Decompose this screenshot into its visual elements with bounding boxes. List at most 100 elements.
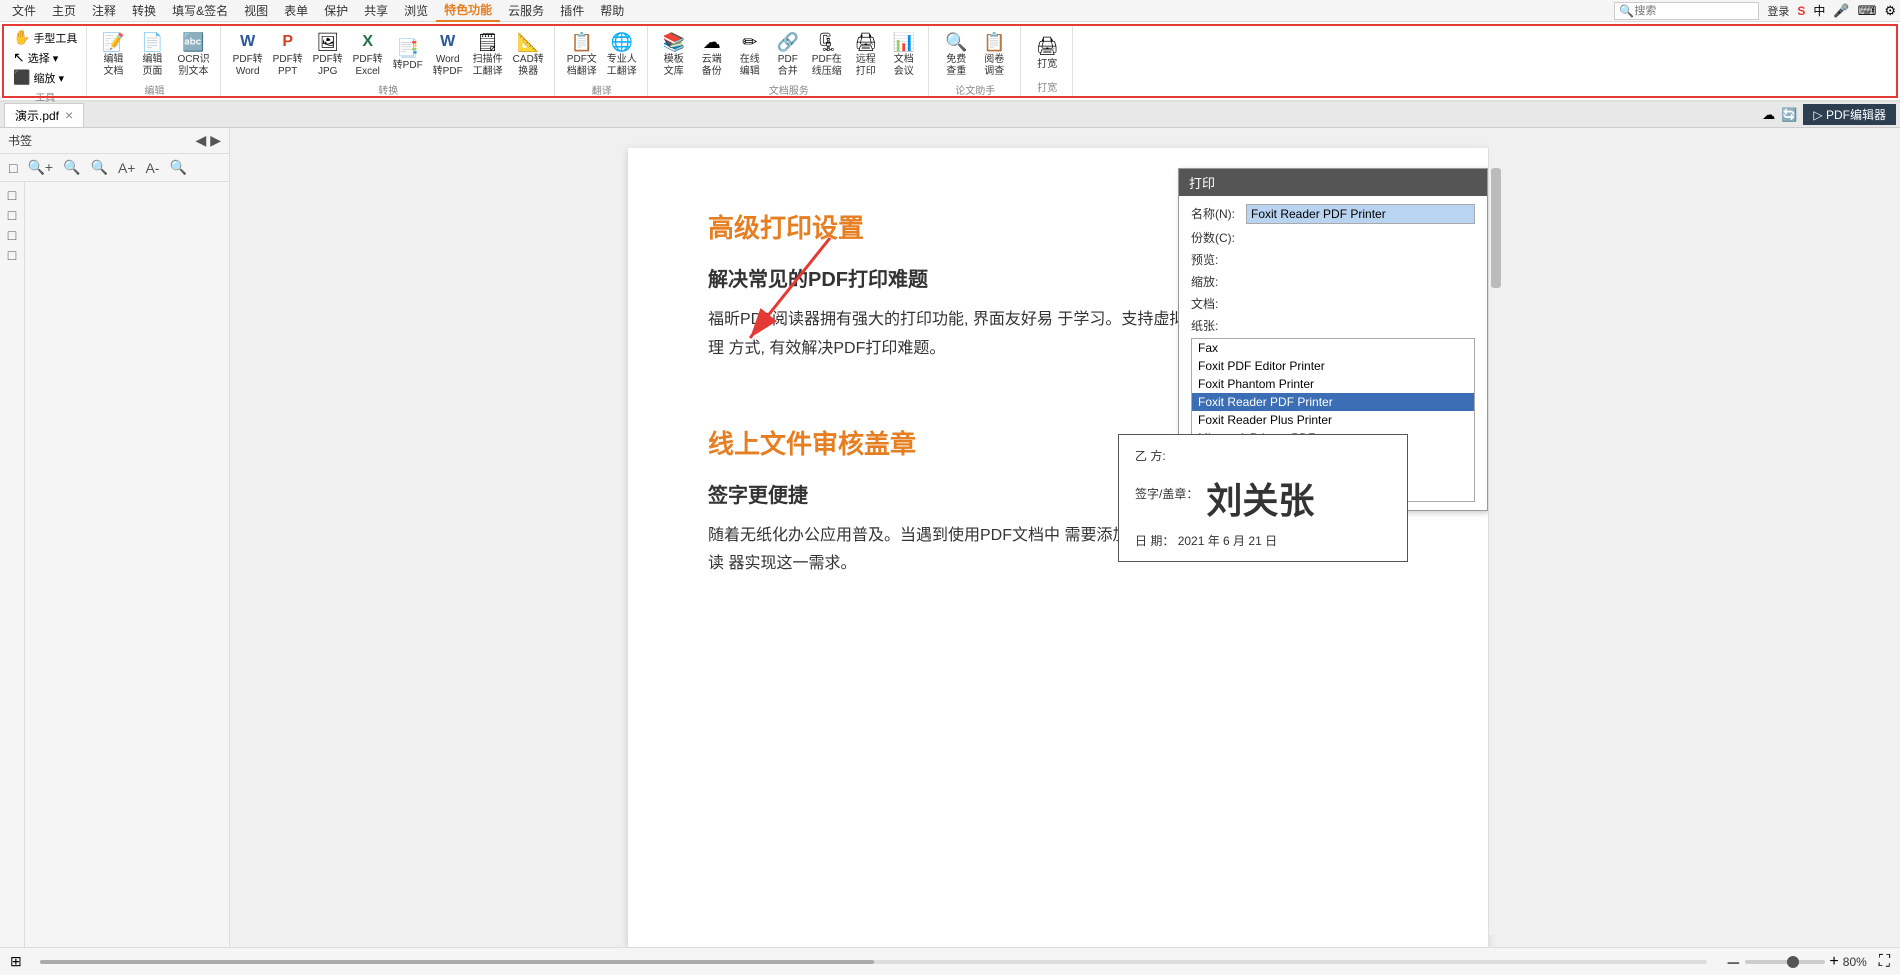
sidebar-annot-icon[interactable]: □ [3,226,21,244]
menu-home[interactable]: 主页 [44,0,84,21]
doc-tab[interactable]: 演示.pdf × [4,103,84,127]
sig-name-value: 刘关张 [1206,472,1314,524]
sidebar-add-btn[interactable]: □ [6,159,20,177]
printer-foxit-editor[interactable]: Foxit PDF Editor Printer [1192,357,1474,375]
menu-sign[interactable]: 填写&签名 [164,0,236,21]
search-input[interactable] [1634,5,1754,17]
menu-annotate[interactable]: 注释 [84,0,124,21]
bottom-left: ⊞ [10,953,22,970]
pdf-translate-btn[interactable]: 📋 PDF文档翻译 [563,28,601,80]
edit-page-icon: 📄 [140,30,164,54]
print-wide-btn[interactable]: 🖨 打宽 [1029,33,1065,73]
sync-icon-tab[interactable]: 🔄 [1781,107,1797,123]
pdf-editor-label: ▷ PDF编辑器 [1813,106,1886,123]
select-tool-btn[interactable]: ↖ 选择 ▾ [10,48,80,67]
marking-icon: 📋 [982,30,1006,54]
online-edit-btn[interactable]: ✏ 在线编辑 [732,28,768,80]
tab-close-btn[interactable]: × [65,107,73,123]
sidebar-bookmark-icon[interactable]: □ [3,206,21,224]
menu-special[interactable]: 特色功能 [436,0,500,22]
print-preview-label: 预览: [1191,250,1246,268]
print-group-label: 打宽 [1037,77,1057,94]
sidebar-toolbar: □ 🔍+ 🔍 🔍 A+ A- 🔍 [0,154,229,182]
sidebar-font-up-btn[interactable]: A+ [115,159,139,177]
pdf-page: 高级打印设置 解决常见的PDF打印难题 福昕PDF阅读器拥有强大的打印功能, 界… [628,148,1488,948]
mic-icon[interactable]: 🎤 [1833,3,1849,19]
menu-protect[interactable]: 保护 [316,0,356,21]
marking-btn[interactable]: 📋 阅卷调查 [976,28,1012,80]
scan-translate-btn[interactable]: 🗒 扫描件工翻译 [469,28,507,80]
cad-convert-btn[interactable]: 📐 CAD转换器 [509,28,548,80]
sidebar-zoom-in3-btn[interactable]: 🔍 [88,158,111,177]
print-wide-icon: 🖨 [1035,35,1059,59]
remote-print-btn[interactable]: 🖨 远程打印 [848,28,884,80]
zoom-slider[interactable] [1745,960,1825,964]
settings-icon[interactable]: ⚙ [1884,3,1896,19]
menu-view[interactable]: 视图 [236,0,276,21]
zoom-tool-btn[interactable]: ⬛ 缩放 ▾ [10,68,80,87]
edit-page-btn[interactable]: 📄 编辑页面 [134,28,170,80]
pdf-merge-btn[interactable]: 🔗 PDF合并 [770,28,806,80]
login-button[interactable]: 登录 [1767,3,1789,19]
pdf-to-excel-btn[interactable]: X PDF转Excel [349,28,387,80]
select-icon: ↖ [13,49,25,66]
cloud-icon-tab[interactable]: ☁ [1762,107,1775,123]
sig-sign-label: 签字/盖章： [1135,485,1198,502]
sidebar-layer-icon[interactable]: □ [3,246,21,264]
printer-fax[interactable]: Fax [1192,339,1474,357]
word-to-pdf-btn[interactable]: W Word转PDF [429,28,467,80]
zoom-minus-btn[interactable]: － [1725,950,1741,974]
zoom-thumb [1787,956,1799,968]
pdf-editor-button[interactable]: ▷ PDF编辑器 [1803,104,1896,125]
sidebar-search-btn[interactable]: 🔍 [166,158,189,177]
pdf-to-ppt-btn[interactable]: P PDF转PPT [269,28,307,80]
edit-doc-btn[interactable]: 📝 编辑文档 [95,28,131,80]
menu-share[interactable]: 共享 [356,0,396,21]
signature-box: 乙 方: 签字/盖章： 刘关张 日 期： 2021 年 6 月 21 日 [1118,434,1408,562]
bottom-expand-icon[interactable]: ⊞ [10,953,22,970]
menu-convert[interactable]: 转换 [124,0,164,21]
print-row-scale: 缩放: [1191,272,1475,290]
pdf-to-jpg-btn[interactable]: 🖼 PDF转JPG [309,28,347,80]
scrollbar-thumb[interactable] [1491,168,1501,288]
right-scrollbar[interactable] [1488,148,1502,935]
zoom-plus-btn[interactable]: + [1829,953,1838,971]
search-box[interactable]: 🔍 [1614,2,1759,20]
edit-group-label: 编辑 [145,80,165,97]
keyboard-icon[interactable]: ⌨ [1858,3,1877,19]
print-copies-label: 份数(C): [1191,228,1246,246]
sidebar-prev-icon[interactable]: ◀ [195,132,206,149]
printer-foxit-phantom[interactable]: Foxit Phantom Printer [1192,375,1474,393]
to-pdf-btn[interactable]: 📑 转PDF [389,34,427,74]
print-row-doc: 文档: [1191,294,1475,312]
menu-form[interactable]: 表单 [276,0,316,21]
ocr-btn[interactable]: 🔤 OCR识别文本 [173,28,213,80]
printer-foxit-reader[interactable]: Foxit Reader PDF Printer [1192,393,1474,411]
template-lib-btn[interactable]: 📚 模板文库 [656,28,692,80]
sidebar-page-icon[interactable]: □ [3,186,21,204]
menu-plugin[interactable]: 插件 [552,0,592,21]
menu-help[interactable]: 帮助 [592,0,632,21]
sidebar-font-down-btn[interactable]: A- [142,159,162,177]
pdf-excel-icon: X [356,30,380,54]
bottom-bar: ⊞ － + 80% ⛶ [0,947,1900,975]
print-name-input[interactable]: Foxit Reader PDF Printer [1246,204,1475,224]
doc-meeting-btn[interactable]: 📊 文档会议 [886,28,922,80]
sidebar-zoom-in-btn[interactable]: 🔍+ [24,158,56,177]
sidebar-next-icon[interactable]: ▶ [210,132,221,149]
menu-cloud[interactable]: 云服务 [500,0,552,21]
menu-browse[interactable]: 浏览 [396,0,436,21]
print-row-name: 名称(N): Foxit Reader PDF Printer [1191,204,1475,224]
hand-tool-btn[interactable]: ✋ 手型工具 [10,28,80,47]
fullscreen-btn[interactable]: ⛶ [1879,953,1890,971]
menu-file[interactable]: 文件 [4,0,44,21]
cad-icon: 📐 [516,30,540,54]
free-check-btn[interactable]: 🔍 免费查重 [938,28,974,80]
cloud-backup-btn[interactable]: ☁ 云端备份 [694,28,730,80]
compress-btn[interactable]: 🗜 PDF在线压缩 [808,28,846,80]
pro-translate-btn[interactable]: 🌐 专业人工翻译 [603,28,641,80]
sidebar-zoom-in2-btn[interactable]: 🔍 [60,158,83,177]
print-doc-label: 文档: [1191,294,1246,312]
pdf-to-word-btn[interactable]: W PDF转Word [229,28,267,80]
print-row-copies: 份数(C): [1191,228,1475,246]
